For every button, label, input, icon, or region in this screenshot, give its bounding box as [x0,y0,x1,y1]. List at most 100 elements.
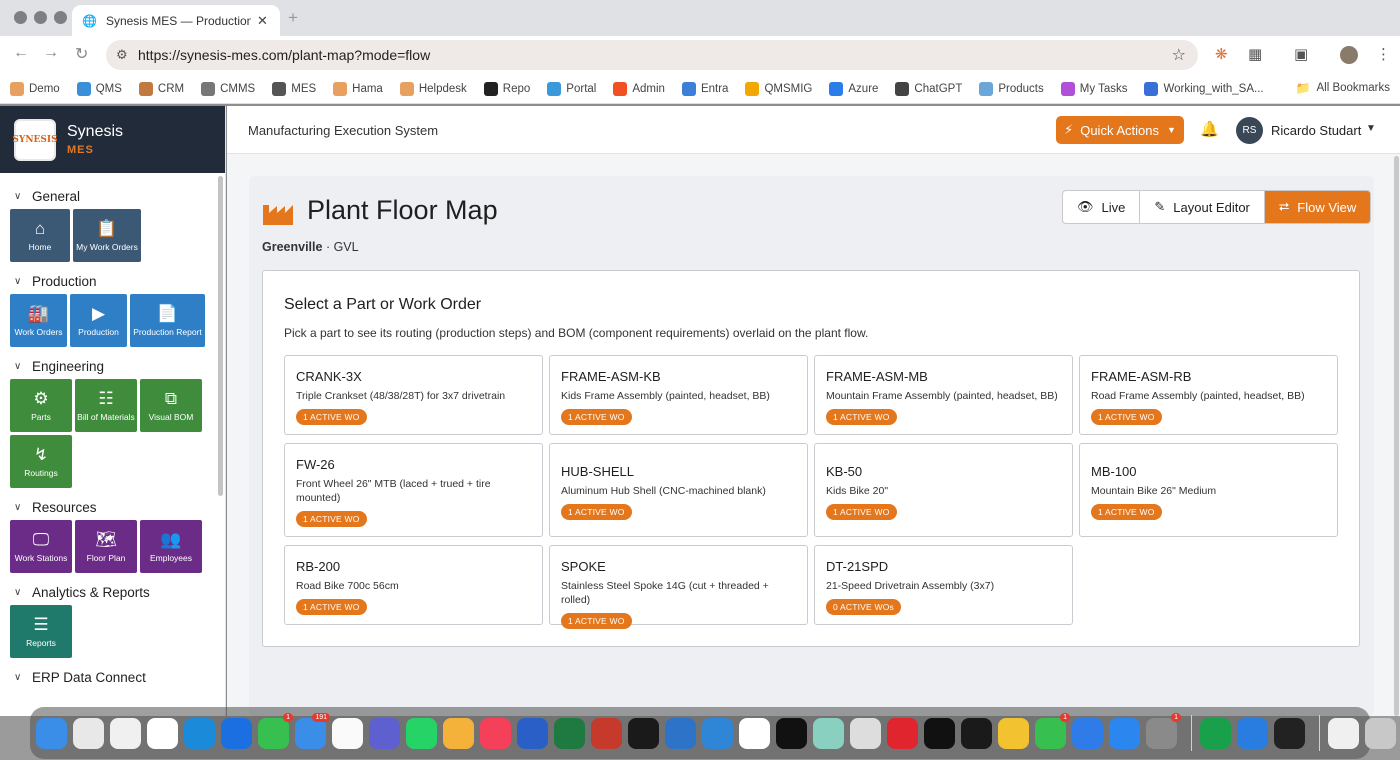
user-menu-chevron-icon[interactable]: ▼ [1366,123,1376,134]
dock-app-icon[interactable] [554,717,585,749]
sidebar-item-employees[interactable]: 👥 Employees [140,520,202,573]
dock-app-icon[interactable] [591,717,622,749]
bookmark-item[interactable]: Entra [681,81,728,96]
tab-search-icon[interactable]: ▣ [1294,45,1308,63]
dock-app-icon[interactable] [850,717,881,749]
back-icon[interactable]: ← [13,44,29,62]
dock-app-icon[interactable] [628,717,659,749]
sidebar-item-production-report[interactable]: 📄 Production Report [130,294,205,347]
close-tab-icon[interactable]: ✕ [257,13,268,29]
sidebar-section-header[interactable]: ∨ Resources [10,494,225,520]
dock-app-icon[interactable]: 1 [1035,712,1070,749]
part-card[interactable]: SPOKE Stainless Steel Spoke 14G (cut + th… [549,545,808,629]
sidebar-item-visual-bom[interactable]: ⧉ Visual BOM [140,379,202,432]
part-card[interactable]: FRAME-ASM-MB Mountain Frame Assembly (pai… [814,355,1073,435]
dock-app-icon[interactable] [1274,717,1305,749]
dock-app-icon[interactable] [110,717,141,749]
dock-app-icon[interactable] [406,717,437,749]
dock-app-icon[interactable] [1200,717,1231,749]
dock-app-icon[interactable] [887,717,918,749]
bookmark-item[interactable]: Helpdesk [399,81,467,96]
dock-app-icon[interactable] [221,717,252,749]
sidebar-section-header[interactable]: ∨ Engineering [10,353,225,379]
dock-app-icon[interactable] [702,717,733,749]
view-live-button[interactable]: 👁 Live [1063,191,1141,223]
part-card[interactable]: FRAME-ASM-KB Kids Frame Assembly (painted… [549,355,808,435]
bookmark-item[interactable]: ChatGPT [895,81,962,96]
extension-sparkle-icon[interactable]: ❋ [1215,45,1228,63]
sidebar-item-work-orders[interactable]: 🏭 Work Orders [10,294,67,347]
bookmark-item[interactable]: CMMS [201,81,255,96]
bookmark-item[interactable]: Demo [10,81,60,96]
sidebar-item-parts[interactable]: ⚙ Parts [10,379,72,432]
part-card[interactable]: FRAME-ASM-RB Road Frame Assembly (painted… [1079,355,1338,435]
sidebar-item-reports[interactable]: ☰ Reports [10,605,72,658]
sidebar-section-header[interactable]: ∨ ERP Data Connect [10,664,225,690]
bookmark-item[interactable]: MES [272,81,316,96]
dock-app-icon[interactable] [369,717,400,749]
dock-app-icon[interactable] [813,717,844,749]
dock-app-icon[interactable] [961,717,992,749]
bookmark-item[interactable]: QMSMIG [745,81,812,96]
bookmark-item[interactable]: CRM [138,81,184,96]
sidebar-section-header[interactable]: ∨ Production [10,268,225,294]
profile-avatar-icon[interactable] [1340,46,1358,64]
address-bar[interactable]: ⚙ https://synesis-mes.com/plant-map?mode… [106,40,1198,70]
forward-icon[interactable]: → [43,44,59,62]
user-name[interactable]: Ricardo Studart [1271,123,1361,138]
reload-icon[interactable]: ↻ [75,44,88,64]
sidebar-item-work-stations[interactable]: 🖵 Work Stations [10,520,72,573]
sidebar-section-header[interactable]: ∨ Analytics & Reports [10,579,225,605]
new-tab-button[interactable]: + [288,8,298,28]
part-card[interactable]: MB-100 Mountain Bike 26" Medium 1 ACTIVE W… [1079,443,1338,537]
sidebar-section-header[interactable]: ∨ General [10,183,225,209]
dock-app-icon[interactable] [73,717,104,749]
close-window-button[interactable] [14,11,27,24]
browser-menu-icon[interactable]: ⋮ [1376,45,1391,63]
part-card[interactable]: KB-50 Kids Bike 20" 1 ACTIVE WO [814,443,1073,537]
bookmark-item[interactable]: Products [979,81,1044,96]
dock-app-icon[interactable] [36,717,67,749]
all-bookmarks-button[interactable]: 📁 All Bookmarks [1296,81,1390,95]
bookmark-item[interactable]: My Tasks [1060,81,1127,96]
bookmark-item[interactable]: Hama [333,81,383,96]
sidebar-item-home[interactable]: ⌂ Home [10,209,70,262]
view-layout-editor-button[interactable]: ✎ Layout Editor [1140,191,1265,223]
part-card[interactable]: CRANK-3X Triple Crankset (48/38/28T) for … [284,355,543,435]
sidebar-item-routings[interactable]: ↯ Routings [10,435,72,488]
browser-tab[interactable]: 🌐 Synesis MES — Production Tr ✕ [72,5,280,36]
bookmark-item[interactable]: QMS [76,81,122,96]
dock-app-icon[interactable] [517,717,548,749]
dock-app-icon[interactable] [1109,717,1140,749]
user-avatar[interactable]: RS [1236,117,1263,144]
view-flow-view-button[interactable]: ⮂ Flow View [1264,191,1371,223]
main-scrollbar[interactable] [1394,156,1399,716]
dock-app-icon[interactable]: 1 [258,712,293,749]
dock-app-icon[interactable] [776,717,807,749]
sidebar-item-production[interactable]: ▶ Production [70,294,127,347]
part-card[interactable]: HUB-SHELL Aluminum Hub Shell (CNC-machine… [549,443,808,537]
dock-app-icon[interactable] [998,717,1029,749]
site-settings-icon[interactable]: ⚙ [116,47,128,63]
dock-app-icon[interactable] [443,717,474,749]
dock-app-icon[interactable] [1328,717,1359,749]
sidebar-item-bill-of-materials[interactable]: ☷ Bill of Materials [75,379,137,432]
bookmark-star-icon[interactable]: ☆ [1172,45,1186,65]
dock-app-icon[interactable] [480,717,511,749]
dock-app-icon[interactable] [665,717,696,749]
part-card[interactable]: DT-21SPD 21-Speed Drivetrain Assembly (3x… [814,545,1073,625]
bookmark-item[interactable]: Repo [483,81,530,96]
dock-app-icon[interactable] [184,717,215,749]
zoom-window-button[interactable] [54,11,67,24]
dock-app-icon[interactable]: 191 [295,712,330,749]
part-card[interactable]: RB-200 Road Bike 700c 56cm 1 ACTIVE WO [284,545,543,625]
sidebar-scrollbar[interactable] [218,176,223,496]
notifications-bell-icon[interactable]: 🔔 [1200,120,1219,138]
sidebar-item-floor-plan[interactable]: 🗺 Floor Plan [75,520,137,573]
quick-actions-button[interactable]: ⚡ Quick Actions ▼ [1056,116,1184,144]
sidebar-item-my-work-orders[interactable]: 📋 My Work Orders [73,209,141,262]
bookmark-item[interactable]: Portal [547,81,596,96]
dock-app-icon[interactable] [1072,717,1103,749]
dock-app-icon[interactable] [332,717,363,749]
dock-app-icon[interactable] [1365,717,1396,749]
